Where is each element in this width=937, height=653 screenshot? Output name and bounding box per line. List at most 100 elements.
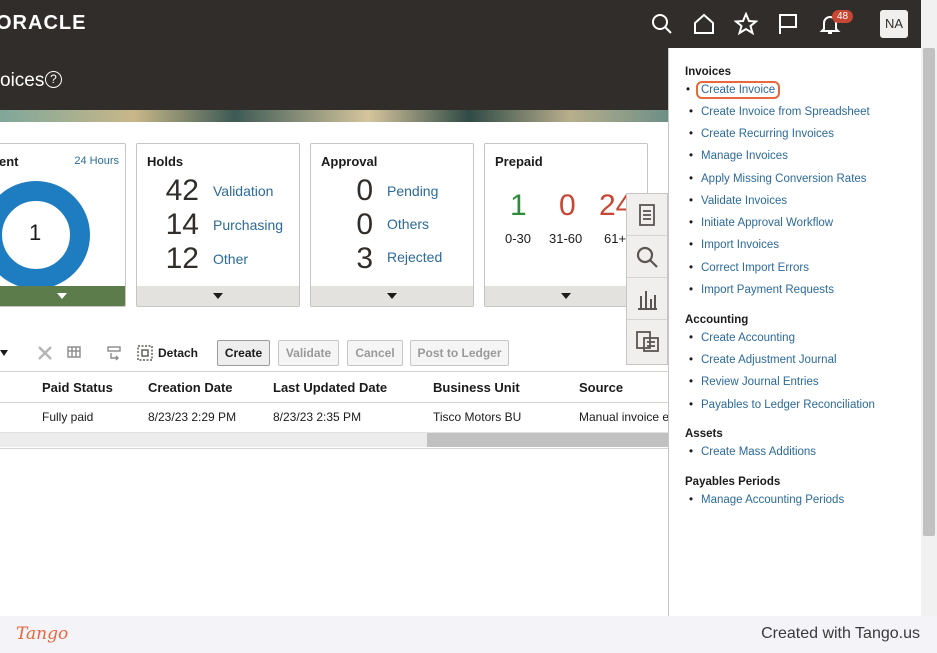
card-expand-bar[interactable] — [311, 286, 473, 306]
approval-link[interactable]: Rejected — [387, 249, 442, 265]
holds-card: Holds 42 Validation 14 Purchasing 12 Oth… — [136, 143, 300, 307]
divider — [0, 448, 668, 449]
section-heading-payables-periods: Payables Periods — [685, 476, 781, 488]
section-heading-accounting: Accounting — [685, 314, 749, 326]
column-header-source[interactable]: Source — [579, 380, 623, 395]
invoices-table-header: Paid Status Creation Date Last Updated D… — [0, 371, 668, 403]
reports-icon[interactable] — [627, 320, 667, 362]
time-range-link[interactable]: 24 Hours — [74, 155, 119, 167]
approval-count: 3 — [356, 242, 373, 275]
menu-item[interactable]: Import Invoices — [689, 239, 779, 251]
delete-icon[interactable] — [36, 344, 54, 362]
scrollbar-thumb[interactable] — [923, 48, 935, 536]
menu-item[interactable]: Apply Missing Conversion Rates — [689, 173, 867, 185]
holds-count: 12 — [165, 242, 199, 275]
detach-icon[interactable] — [136, 344, 154, 362]
flag-icon[interactable] — [776, 12, 800, 36]
menu-item[interactable]: Review Journal Entries — [689, 376, 819, 388]
table-row[interactable]: Fully paid 8/23/23 2:29 PM 8/23/23 2:35 … — [0, 403, 668, 433]
prepaid-range: 0-30 — [505, 231, 532, 246]
section-heading-invoices: Invoices — [685, 66, 732, 78]
card-title: Prepaid — [495, 154, 543, 169]
search-icon[interactable] — [650, 12, 674, 36]
cell-last-updated-date: 8/23/23 2:35 PM — [273, 410, 362, 424]
decorative-banner — [0, 110, 670, 122]
prepaid-value[interactable]: 0 — [559, 189, 576, 223]
document-icon[interactable] — [627, 194, 667, 236]
prepaid-range: 31-60 — [549, 231, 583, 246]
validate-button[interactable]: Validate — [278, 340, 339, 366]
menu-item[interactable]: Payables to Ledger Reconciliation — [689, 399, 875, 411]
user-avatar[interactable]: NA — [880, 10, 908, 38]
menu-item[interactable]: Manage Accounting Periods — [689, 494, 844, 506]
global-header: ORACLE 48 NA — [0, 0, 921, 48]
approval-count: 0 — [356, 174, 373, 207]
create-button[interactable]: Create — [217, 340, 270, 366]
freeze-columns-icon[interactable] — [66, 344, 84, 362]
scrollbar-thumb[interactable] — [427, 433, 668, 447]
tango-logo: Tango — [16, 624, 69, 644]
home-icon[interactable] — [692, 12, 716, 36]
post-to-ledger-button[interactable]: Post to Ledger — [410, 340, 509, 366]
search-icon[interactable] — [627, 236, 667, 278]
approval-link[interactable]: Others — [387, 216, 429, 232]
page-title: oices — [0, 70, 45, 91]
menu-item[interactable]: Import Payment Requests — [689, 284, 834, 296]
holds-count: 42 — [165, 174, 199, 207]
chevron-down-icon — [213, 293, 223, 299]
side-tool-strip — [626, 193, 668, 365]
card-expand-bar[interactable] — [0, 286, 125, 306]
chevron-down-icon — [561, 293, 571, 299]
bar-chart-icon[interactable] — [627, 278, 667, 320]
column-header-paid-status[interactable]: Paid Status — [42, 380, 113, 395]
menu-item[interactable]: Create Adjustment Journal — [689, 354, 836, 366]
cancel-button[interactable]: Cancel — [347, 340, 403, 366]
detach-button[interactable]: Detach — [158, 346, 198, 360]
card-expand-bar[interactable] — [137, 286, 299, 306]
view-menu-dropdown-icon[interactable] — [0, 350, 8, 356]
menu-item[interactable]: Create Invoice from Spreadsheet — [689, 106, 870, 118]
menu-item[interactable]: Correct Import Errors — [689, 262, 809, 274]
prepaid-range: 61+ — [604, 231, 627, 246]
card-expand-bar[interactable] — [485, 286, 647, 306]
holds-link[interactable]: Other — [213, 251, 248, 267]
table-horizontal-scrollbar[interactable] — [0, 433, 668, 447]
donut-center-value: 1 — [29, 220, 42, 245]
holds-link[interactable]: Validation — [213, 183, 273, 199]
wrap-icon[interactable] — [106, 344, 124, 362]
holds-link[interactable]: Purchasing — [213, 217, 283, 233]
menu-item[interactable]: Manage Invoices — [689, 150, 788, 162]
card-title: Approval — [321, 154, 378, 169]
menu-item[interactable]: Create Recurring Invoices — [689, 128, 834, 140]
created-with-text: Created with Tango.us — [761, 625, 920, 642]
menu-item[interactable]: Initiate Approval Workflow — [689, 217, 833, 229]
holds-count: 14 — [165, 208, 199, 241]
chevron-down-icon — [57, 293, 67, 299]
prepaid-value[interactable]: 1 — [510, 189, 527, 223]
cell-business-unit: Tisco Motors BU — [433, 410, 522, 424]
menu-item[interactable]: Create Mass Additions — [689, 446, 816, 458]
favorites-star-icon[interactable] — [733, 11, 759, 36]
menu-item[interactable]: Validate Invoices — [689, 195, 787, 207]
prepaid-card: Prepaid 1 0-30 0 31-60 24 61+ — [484, 143, 648, 307]
recent-donut-chart[interactable] — [0, 176, 95, 294]
column-header-business-unit[interactable]: Business Unit — [433, 380, 520, 395]
chevron-down-icon — [387, 293, 397, 299]
notification-count-badge: 48 — [832, 10, 854, 23]
tango-footer: Tango Created with Tango.us — [0, 616, 937, 653]
oracle-logo[interactable]: ORACLE — [0, 12, 86, 35]
help-icon[interactable]: ? — [45, 71, 62, 88]
section-heading-assets: Assets — [685, 428, 723, 440]
recent-invoices-card: ent 24 Hours 1 — [0, 143, 126, 307]
card-title: ent — [0, 154, 19, 169]
cell-paid-status: Fully paid — [42, 410, 94, 424]
approval-link[interactable]: Pending — [387, 183, 438, 199]
page-vertical-scrollbar[interactable] — [921, 0, 937, 616]
column-header-last-updated-date[interactable]: Last Updated Date — [273, 380, 387, 395]
menu-item-create-invoice[interactable]: Create Invoice — [686, 81, 781, 99]
page-header — [0, 48, 670, 110]
tasks-panel: Invoices Create Invoice Create Invoice f… — [668, 48, 921, 616]
card-title: Holds — [147, 154, 184, 169]
menu-item[interactable]: Create Accounting — [689, 332, 795, 344]
column-header-creation-date[interactable]: Creation Date — [148, 380, 233, 395]
